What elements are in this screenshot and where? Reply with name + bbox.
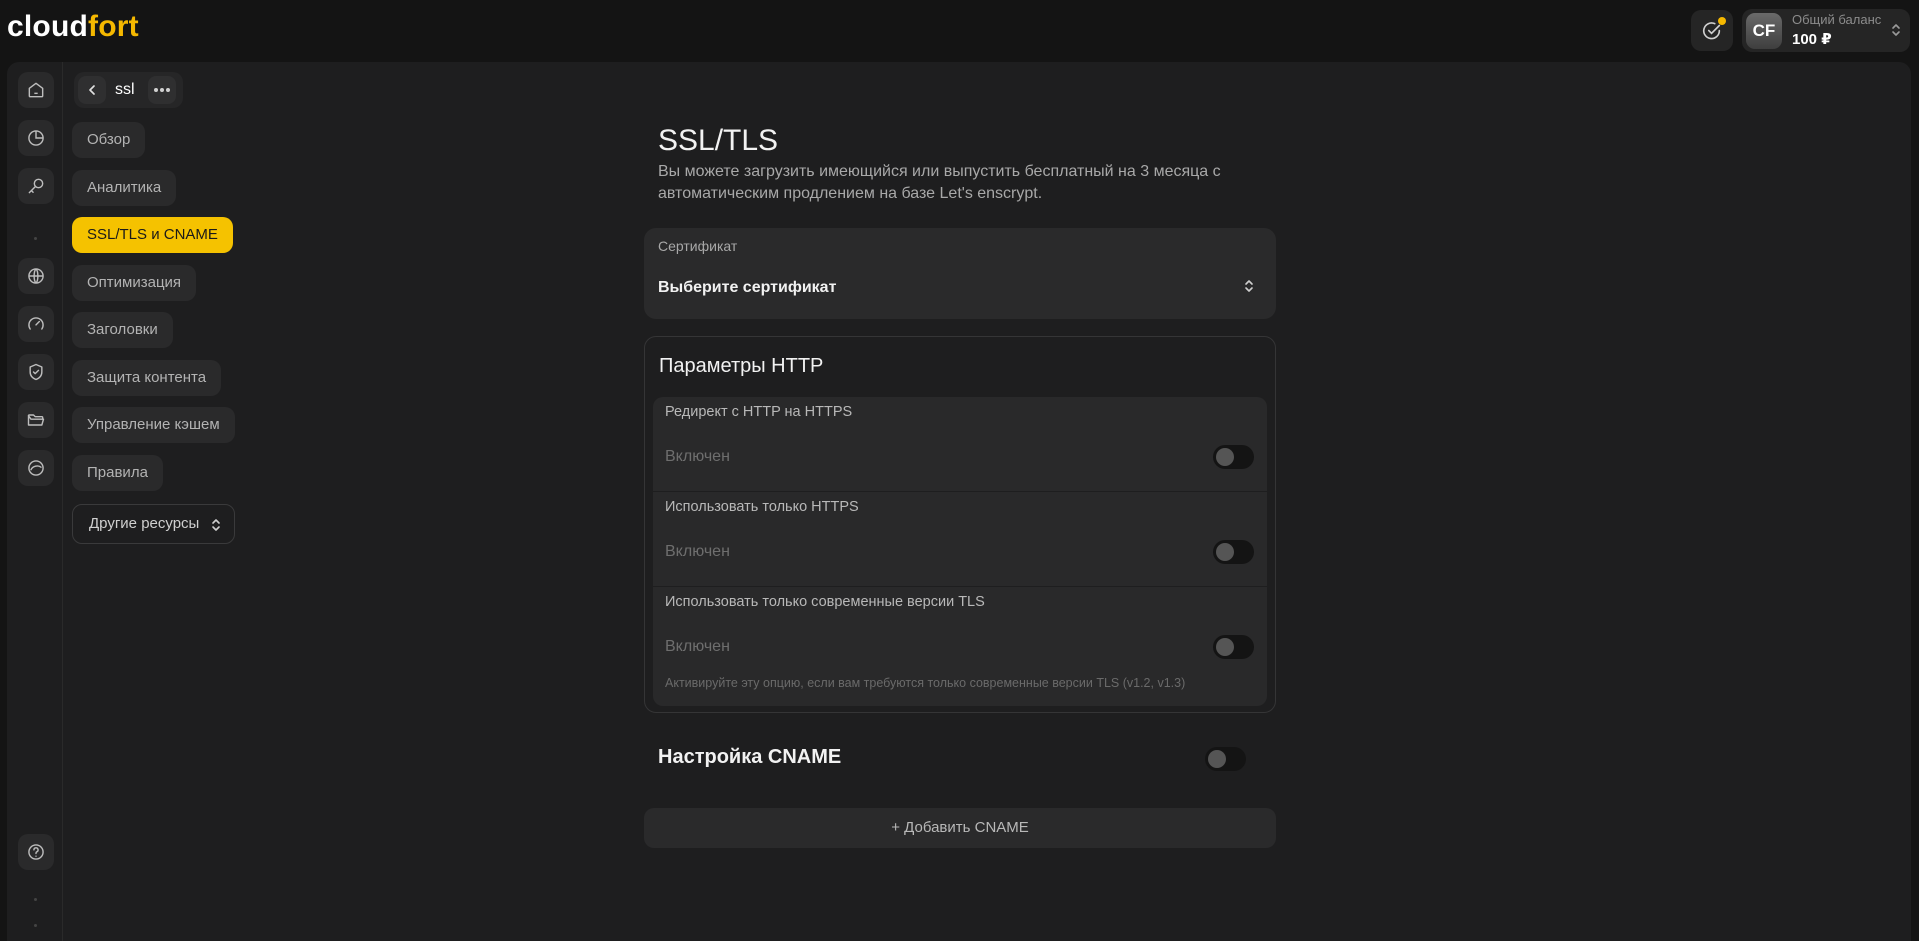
add-cname-button[interactable]: + Добавить CNAME <box>644 808 1276 848</box>
sidebar-item-cache-management[interactable]: Управление кэшем <box>72 407 235 443</box>
https-only-toggle[interactable] <box>1213 540 1254 564</box>
resource-title: ssl <box>115 81 135 98</box>
globe-icon[interactable] <box>18 258 54 294</box>
option-label: Редирект с HTTP на HTTPS <box>665 404 853 420</box>
gauge-icon[interactable] <box>18 450 54 486</box>
back-button[interactable] <box>78 76 106 104</box>
sidebar-item-ssl-tls-cname[interactable]: SSL/TLS и CNAME <box>72 217 233 253</box>
breadcrumb: ssl <box>74 72 183 108</box>
account-balance-menu[interactable]: CF Общий баланс 100 ₽ <box>1742 9 1910 52</box>
rail-divider <box>34 898 37 901</box>
sidebar-item-optimization[interactable]: Оптимизация <box>72 265 197 301</box>
notification-dot <box>1718 17 1726 25</box>
chevron-left-icon <box>89 85 95 95</box>
logo[interactable]: cloudfort <box>7 10 139 44</box>
modern-tls-toggle[interactable] <box>1213 635 1254 659</box>
toggle-knob <box>1216 448 1234 466</box>
http-options-list: Редирект с HTTP на HTTPS Включен Использ… <box>653 397 1267 706</box>
sidebar-item-content-protection[interactable]: Защита контента <box>72 360 222 396</box>
page-description: Вы можете загрузить имеющийся или выпуст… <box>658 163 1221 202</box>
avatar: CF <box>1746 13 1782 49</box>
option-hint: Активируйте эту опцию, если вам требуютс… <box>665 676 1186 690</box>
option-state: Включен <box>665 638 730 655</box>
speedometer-icon[interactable] <box>18 306 54 342</box>
other-resources-select[interactable]: Другие ресурсы <box>72 504 235 544</box>
logo-part-2: fort <box>88 10 139 43</box>
cname-toggle[interactable] <box>1205 747 1246 771</box>
sidebar-item-analytics[interactable]: Аналитика <box>72 170 177 206</box>
option-modern-tls: Использовать только современные версии T… <box>653 587 1267 706</box>
folder-icon[interactable] <box>18 402 54 438</box>
rail-divider <box>34 237 37 240</box>
balance-value: 100 ₽ <box>1792 31 1832 48</box>
toggle-knob <box>1208 750 1226 768</box>
sidebar-item-rules[interactable]: Правила <box>72 455 163 491</box>
chevron-up-down-icon <box>1245 280 1253 292</box>
logo-part-1: cloud <box>7 10 88 43</box>
certificate-value: Выберите сертификат <box>658 279 837 296</box>
other-resources-label: Другие ресурсы <box>89 515 200 532</box>
more-options-button[interactable] <box>148 76 176 104</box>
sidebar-item-headers[interactable]: Заголовки <box>72 312 173 348</box>
sidebar-item-overview[interactable]: Обзор <box>72 122 146 158</box>
option-label: Использовать только HTTPS <box>665 499 859 515</box>
option-state: Включен <box>665 543 730 560</box>
redirect-https-toggle[interactable] <box>1213 445 1254 469</box>
toggle-knob <box>1216 543 1234 561</box>
shield-icon[interactable] <box>18 354 54 390</box>
http-settings-title: Параметры HTTP <box>659 355 824 377</box>
key-icon[interactable] <box>18 168 54 204</box>
option-redirect-https: Редирект с HTTP на HTTPS Включен <box>653 397 1267 491</box>
toggle-knob <box>1216 638 1234 656</box>
icon-rail <box>7 62 63 941</box>
home-icon[interactable] <box>18 72 54 108</box>
rail-divider <box>34 924 37 927</box>
analytics-icon[interactable] <box>18 120 54 156</box>
option-https-only: Использовать только HTTPS Включен <box>653 492 1267 586</box>
page-title: SSL/TLS <box>658 124 779 157</box>
help-icon[interactable] <box>18 834 54 870</box>
main-panel: ssl Обзор Аналитика SSL/TLS и CNAME Опти… <box>7 62 1911 941</box>
certificate-label: Сертификат <box>658 238 738 254</box>
top-bar: cloudfort CF Общий баланс 100 ₽ <box>0 0 1919 62</box>
balance-label: Общий баланс <box>1792 12 1882 27</box>
more-horizontal-icon <box>154 88 170 92</box>
chevron-up-down-icon <box>1892 24 1900 36</box>
chevron-up-down-icon <box>212 519 220 531</box>
certificate-select[interactable]: Сертификат Выберите сертификат <box>644 228 1276 319</box>
option-state: Включен <box>665 448 730 465</box>
http-settings-card: Параметры HTTP Редирект с HTTP на HTTPS … <box>644 336 1276 713</box>
option-label: Использовать только современные версии T… <box>665 594 985 610</box>
notifications-button[interactable] <box>1691 10 1733 51</box>
cname-title: Настройка CNAME <box>658 746 842 768</box>
